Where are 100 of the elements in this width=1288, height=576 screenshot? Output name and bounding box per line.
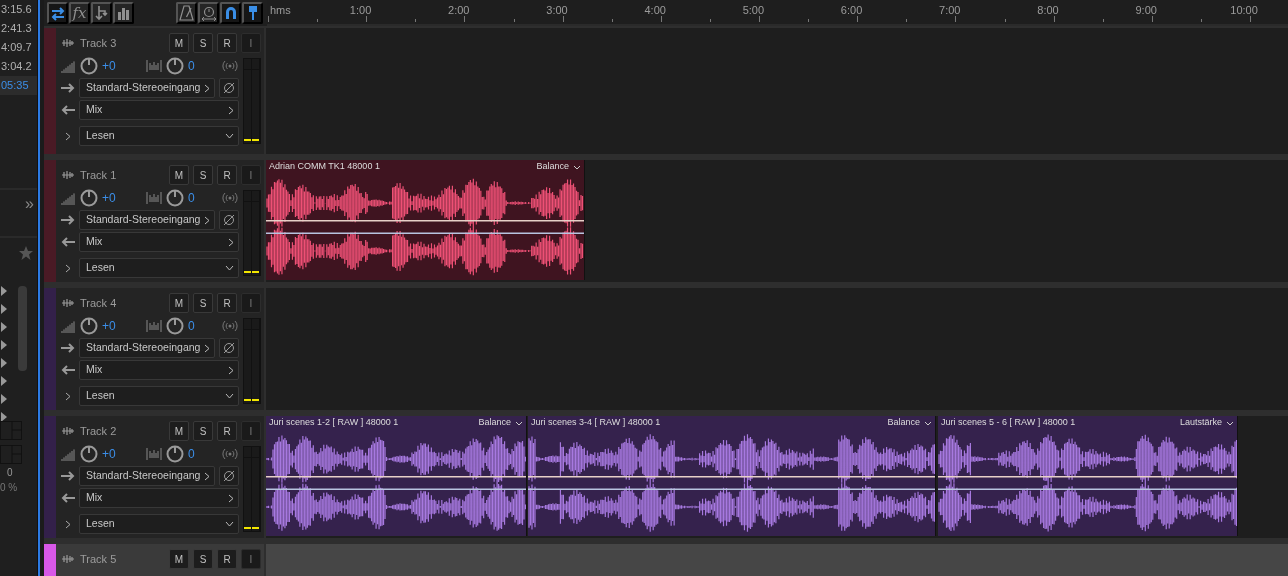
track-name[interactable]: Track 2 xyxy=(80,422,165,440)
track-toggle[interactable]: M xyxy=(169,33,189,53)
track-name[interactable]: Track 4 xyxy=(80,294,165,312)
volume-value[interactable]: +0 xyxy=(102,189,126,207)
broadcast-icon[interactable] xyxy=(221,320,239,332)
automation-dropdown[interactable]: Lesen xyxy=(79,126,239,146)
volume-value[interactable]: +0 xyxy=(102,317,126,335)
list-item[interactable]: 2:41.3 xyxy=(0,19,37,38)
expand-button[interactable]: » xyxy=(0,190,37,236)
track-toggle[interactable]: M xyxy=(169,549,189,569)
output-name: Mix xyxy=(86,490,103,506)
chevron-down-icon[interactable] xyxy=(924,420,932,426)
pan-knob[interactable] xyxy=(166,317,184,335)
list-item[interactable]: 3:15.6 xyxy=(0,0,37,19)
loop-arrows-button[interactable] xyxy=(47,2,68,24)
track-name[interactable]: Track 1 xyxy=(80,166,165,184)
output-select[interactable]: Mix xyxy=(79,360,239,380)
chevron-down-icon xyxy=(225,265,234,271)
envelope-label[interactable]: Balance xyxy=(478,416,511,430)
list-item[interactable]: 05:35 xyxy=(0,76,37,95)
track-toggle[interactable]: S xyxy=(193,421,213,441)
fx-button[interactable]: fx xyxy=(69,2,90,24)
routing-icon xyxy=(93,5,110,21)
bar-chart-button[interactable] xyxy=(113,2,134,24)
input-select[interactable]: Standard-Stereoeingang xyxy=(79,78,215,98)
automation-dropdown[interactable]: Lesen xyxy=(79,386,239,406)
chevron-down-icon[interactable] xyxy=(1226,420,1234,426)
chevron-right-icon[interactable] xyxy=(65,131,71,141)
volume-icon xyxy=(61,318,76,334)
track-toggle[interactable]: M xyxy=(169,421,189,441)
pan-knob[interactable] xyxy=(166,57,184,75)
broadcast-icon[interactable] xyxy=(221,192,239,204)
magnet-button[interactable] xyxy=(220,2,241,24)
output-select[interactable]: Mix xyxy=(79,100,239,120)
automation-mode: Lesen xyxy=(86,260,115,276)
waveform-icon xyxy=(61,554,75,564)
chevron-down-icon[interactable] xyxy=(515,420,523,426)
envelope-label[interactable]: Balance xyxy=(887,416,920,430)
automation-dropdown[interactable]: Lesen xyxy=(79,514,239,534)
track-name[interactable]: Track 3 xyxy=(80,34,165,52)
pin-button[interactable] xyxy=(242,2,263,24)
pan-value[interactable]: 0 xyxy=(188,57,212,75)
track-toggle[interactable]: S xyxy=(193,293,213,313)
input-select[interactable]: Standard-Stereoeingang xyxy=(79,210,215,230)
stopwatch-button[interactable] xyxy=(198,2,219,24)
volume-knob[interactable] xyxy=(80,445,98,463)
audio-clip[interactable]: Adrian COMM TK1 48000 1 Balance xyxy=(266,160,585,280)
phase-invert-button[interactable] xyxy=(219,78,239,98)
audio-clip[interactable]: Juri scenes 5 - 6 [ RAW ] 48000 1 Lautstärke xyxy=(938,416,1238,536)
list-item[interactable]: 4:09.7 xyxy=(0,38,37,57)
phase-invert-button[interactable] xyxy=(219,338,239,358)
track-toggle[interactable]: R xyxy=(217,165,237,185)
track-toggle[interactable]: R xyxy=(217,421,237,441)
volume-knob[interactable] xyxy=(80,57,98,75)
broadcast-icon[interactable] xyxy=(221,448,239,460)
routing-button[interactable] xyxy=(91,2,112,24)
volume-knob[interactable] xyxy=(80,189,98,207)
volume-value[interactable]: +0 xyxy=(102,57,126,75)
metronome-button[interactable] xyxy=(176,2,197,24)
pan-value[interactable]: 0 xyxy=(188,317,212,335)
track-toggle[interactable]: S xyxy=(193,33,213,53)
star-icon[interactable] xyxy=(19,246,33,260)
pan-value[interactable]: 0 xyxy=(188,445,212,463)
chevron-right-icon xyxy=(204,471,210,481)
time-label: 9:00 xyxy=(1135,3,1157,18)
input-select[interactable]: Standard-Stereoeingang xyxy=(79,338,215,358)
track-toggle[interactable]: R xyxy=(217,33,237,53)
volume-knob[interactable] xyxy=(80,317,98,335)
output-select[interactable]: Mix xyxy=(79,232,239,252)
track-toggle[interactable]: M xyxy=(169,293,189,313)
pan-knob[interactable] xyxy=(166,445,184,463)
input-select[interactable]: Standard-Stereoeingang xyxy=(79,466,215,486)
pan-icon xyxy=(146,191,162,205)
phase-invert-button[interactable] xyxy=(219,466,239,486)
chevron-right-icon[interactable] xyxy=(65,263,71,273)
track-toggle[interactable]: R xyxy=(217,293,237,313)
track-toggle[interactable]: S xyxy=(193,549,213,569)
list-item[interactable]: 3:04.2 xyxy=(0,57,37,76)
output-select[interactable]: Mix xyxy=(79,488,239,508)
chevron-right-icon xyxy=(228,105,234,115)
track-toggle[interactable]: M xyxy=(169,165,189,185)
time-label: 2:00 xyxy=(448,3,470,18)
audio-clip[interactable]: Juri scenes 1-2 [ RAW ] 48000 1 Balance xyxy=(266,416,527,536)
track-name[interactable]: Track 5 xyxy=(80,550,165,568)
envelope-label[interactable]: Balance xyxy=(536,160,569,174)
unit-label: hms xyxy=(270,3,291,18)
envelope-label[interactable]: Lautstärke xyxy=(1179,416,1222,430)
volume-value[interactable]: +0 xyxy=(102,445,126,463)
pan-knob[interactable] xyxy=(166,189,184,207)
pan-value[interactable]: 0 xyxy=(188,189,212,207)
track-toggle[interactable]: S xyxy=(193,165,213,185)
audio-clip[interactable]: Juri scenes 3-4 [ RAW ] 48000 1 Balance xyxy=(528,416,936,536)
chevron-right-icon[interactable] xyxy=(65,519,71,529)
broadcast-icon[interactable] xyxy=(221,60,239,72)
chevron-right-icon[interactable] xyxy=(65,391,71,401)
phase-invert-button[interactable] xyxy=(219,210,239,230)
automation-dropdown[interactable]: Lesen xyxy=(79,258,239,278)
automation-mode: Lesen xyxy=(86,388,115,404)
track-toggle[interactable]: R xyxy=(217,549,237,569)
chevron-down-icon[interactable] xyxy=(573,164,581,170)
